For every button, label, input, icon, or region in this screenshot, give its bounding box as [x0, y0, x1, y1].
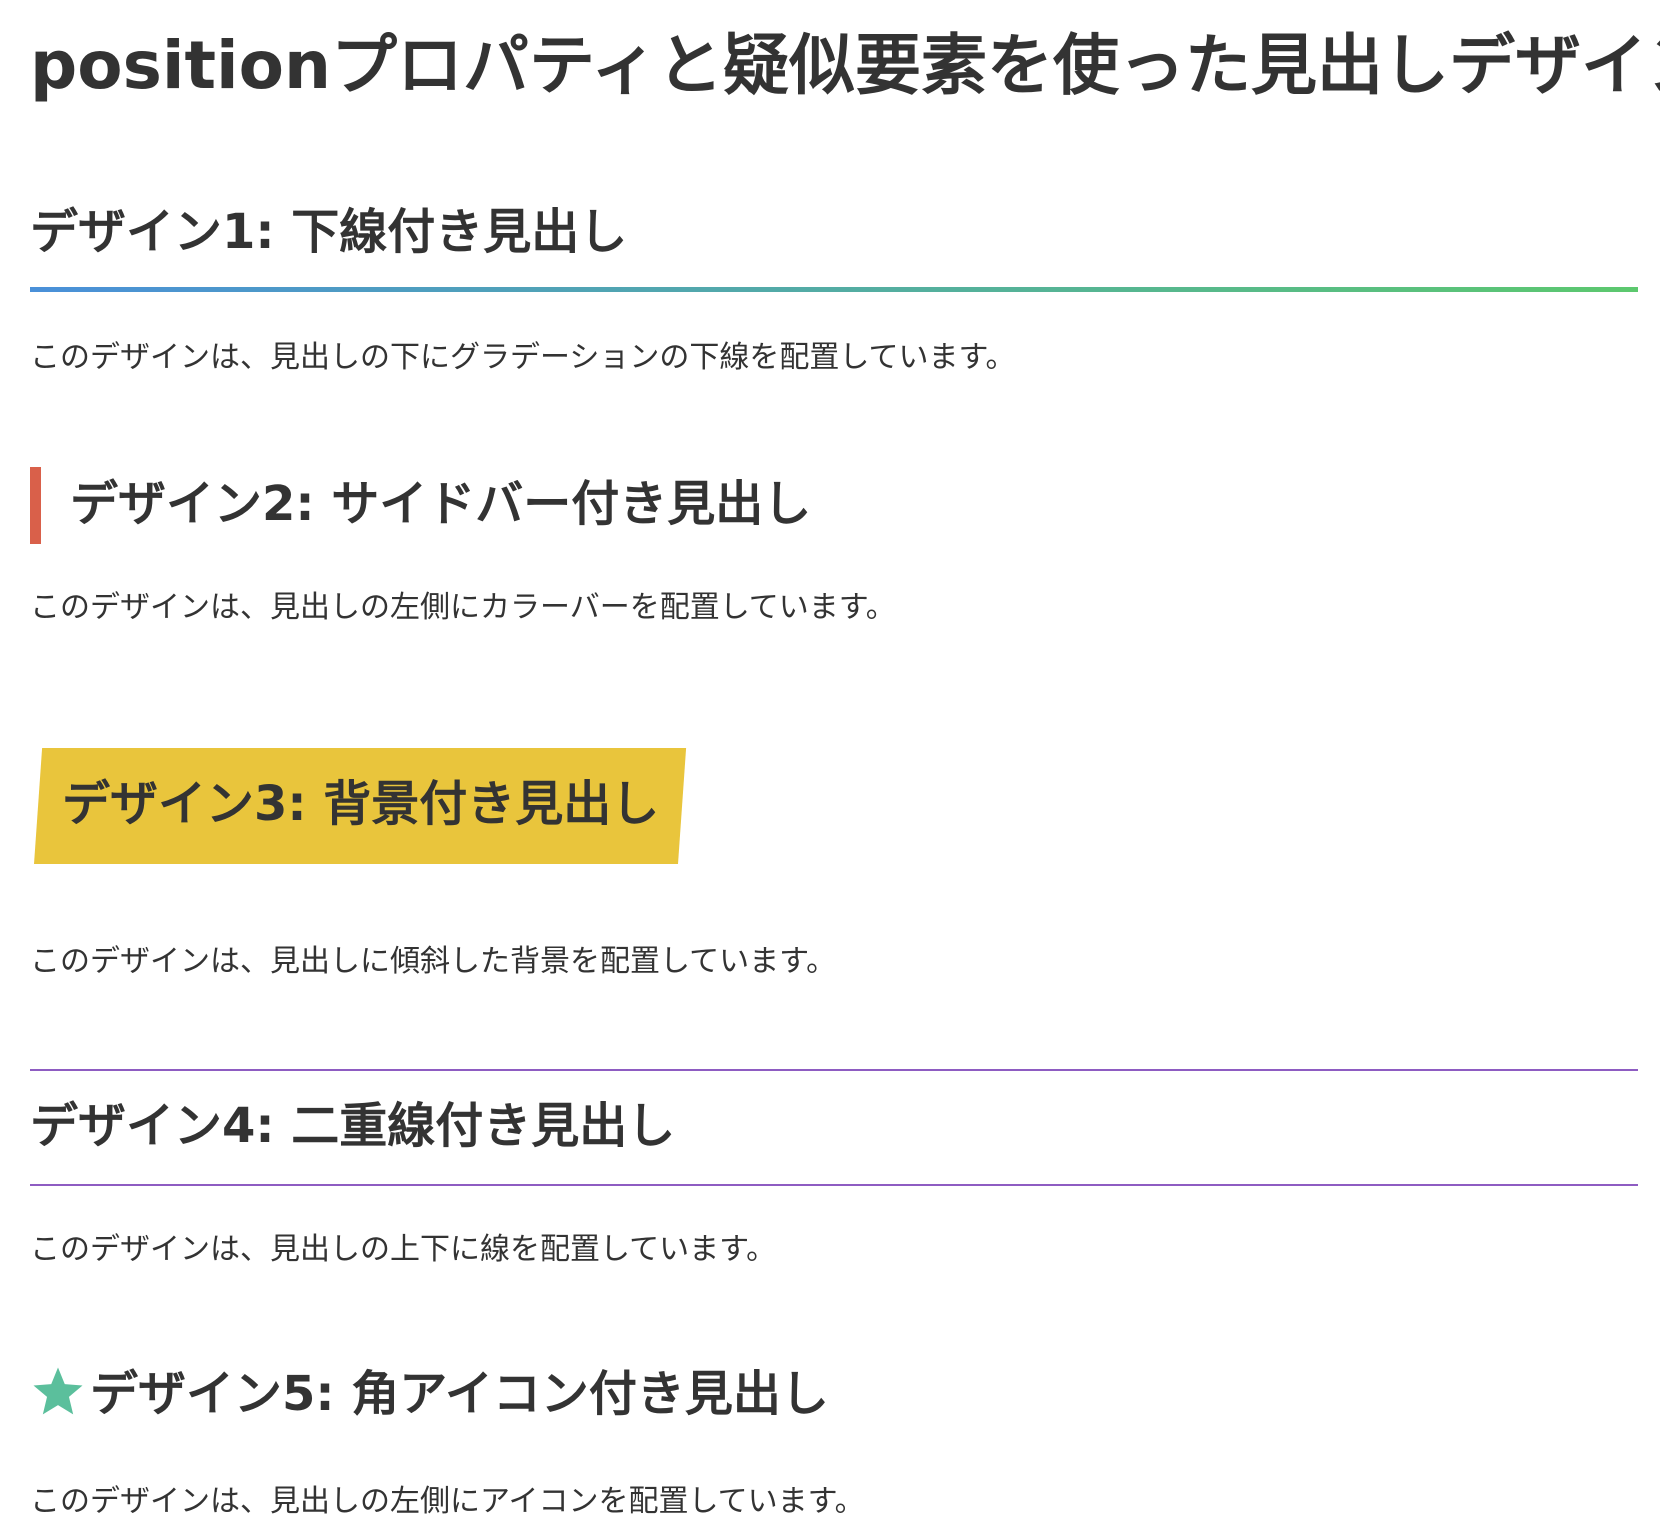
description-design2: このデザインは、見出しの左側にカラーバーを配置しています。	[30, 590, 896, 625]
sidebar-color-bar	[30, 467, 41, 544]
page-title: positionプロパティと疑似要素を使った見出しデザイン	[30, 27, 1660, 104]
description-design3: このデザインは、見出しに傾斜した背景を配置しています。	[30, 944, 837, 979]
description-design1: このデザインは、見出しの下にグラデーションの下線を配置しています。	[30, 340, 1016, 375]
heading-design2: デザイン2: サイドバー付き見出し	[70, 476, 812, 532]
description-design4: このデザインは、見出しの上下に線を配置しています。	[30, 1232, 777, 1267]
star-icon	[33, 1367, 83, 1415]
description-design5: このデザインは、見出しの左側にアイコンを配置しています。	[30, 1484, 865, 1519]
heading-design1: デザイン1: 下線付き見出し	[30, 204, 628, 260]
heading-design3: デザイン3: 背景付き見出し	[62, 776, 660, 832]
gradient-underline	[30, 287, 1638, 292]
heading-design4: デザイン4: 二重線付き見出し	[30, 1098, 676, 1154]
bottom-border-line	[30, 1184, 1638, 1186]
heading-design5: デザイン5: 角アイコン付き見出し	[90, 1366, 829, 1422]
top-border-line	[30, 1069, 1638, 1071]
